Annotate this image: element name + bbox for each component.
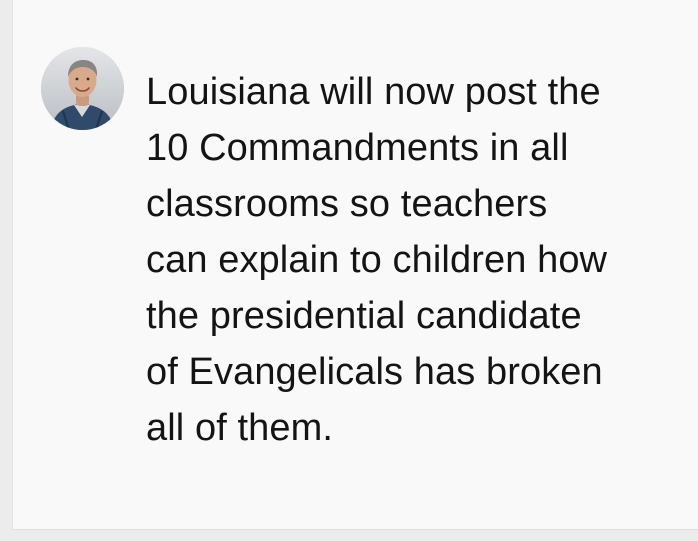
- post-text: Louisiana will now post the 10 Commandme…: [146, 64, 686, 456]
- person-avatar-icon: [41, 47, 124, 130]
- post-text-line: Louisiana will now post the: [146, 71, 601, 113]
- post-text-line: of Evangelicals has broken: [146, 351, 603, 393]
- post-card: Louisiana will now post the 10 Commandme…: [12, 0, 698, 530]
- post-text-line: all of them.: [146, 407, 334, 449]
- post-text-line: can explain to children how: [146, 239, 608, 281]
- avatar[interactable]: [41, 47, 124, 130]
- post-text-line: 10 Commandments in all: [146, 127, 569, 169]
- post-text-line: classrooms so teachers: [146, 183, 548, 225]
- post-text-line: the presidential candidate: [146, 295, 582, 337]
